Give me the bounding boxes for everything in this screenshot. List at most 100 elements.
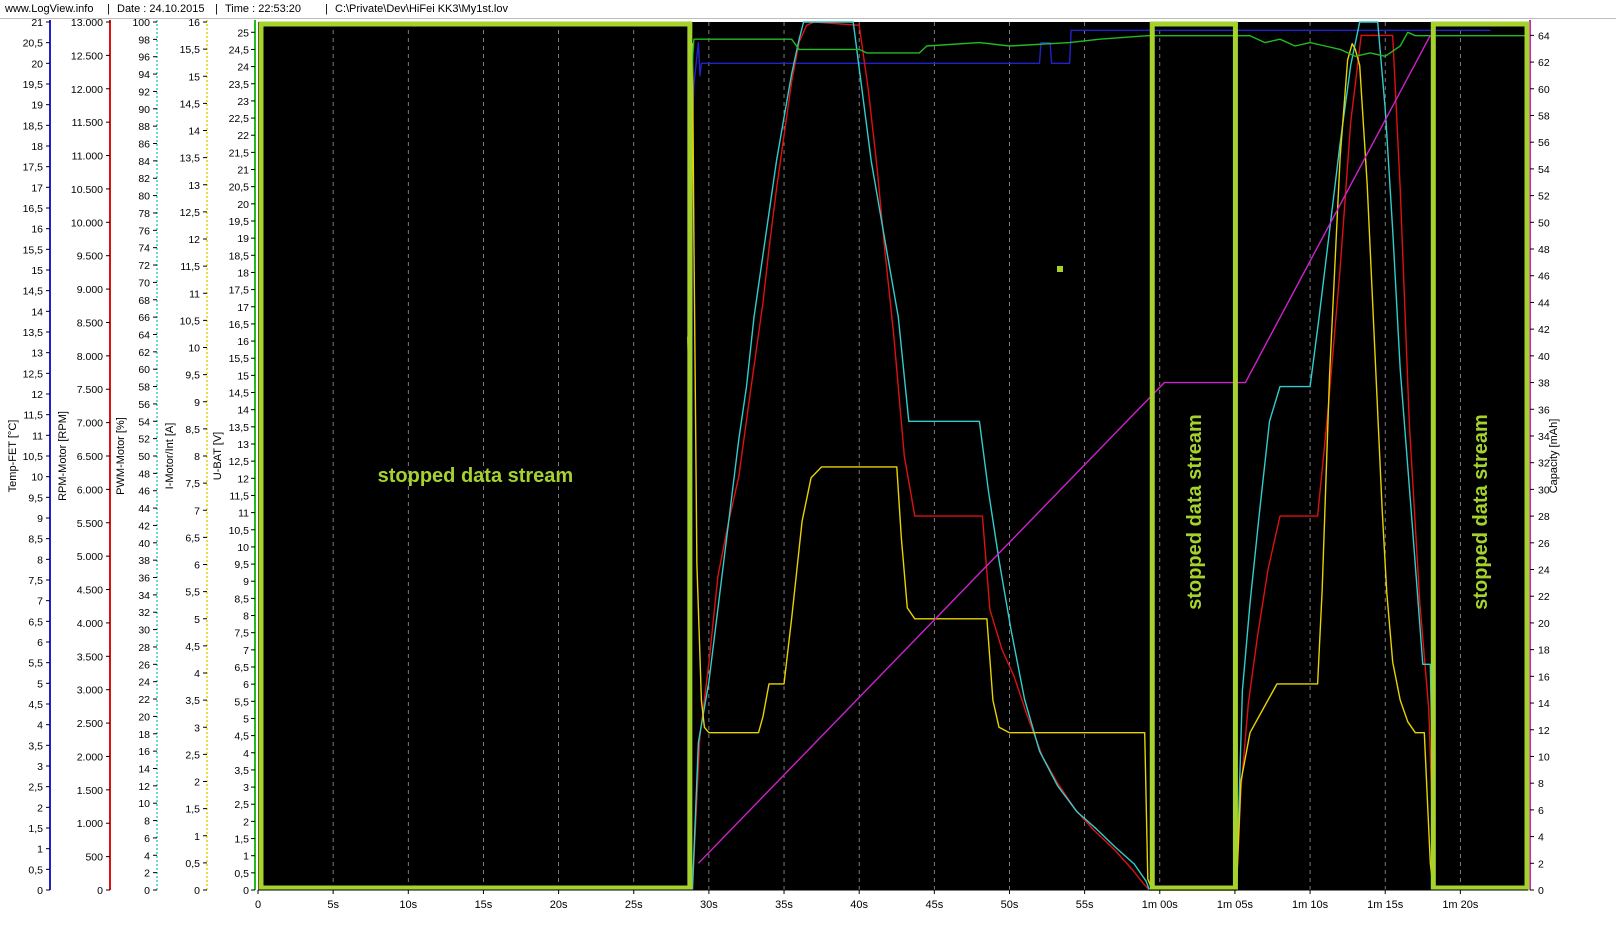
ubat-tick-label: 17: [237, 302, 249, 314]
ubat-tick-label: 0: [243, 885, 249, 897]
imot-tick-label: 10,5: [180, 315, 201, 327]
ubat-tick-label: 13,5: [229, 422, 250, 434]
x-tick-label: 40s: [850, 899, 868, 911]
pwm-tick-label: 54: [138, 416, 150, 428]
temp-tick-label: 14: [31, 306, 43, 318]
temp-tick-label: 13,5: [23, 327, 44, 339]
temp-tick-label: 11,5: [23, 410, 43, 422]
temp-tick-label: 21: [31, 17, 43, 29]
temp-tick-label: 12: [31, 389, 43, 401]
pwm-tick-label: 8: [144, 816, 150, 828]
temp-axis: 00,511,522,533,544,555,566,577,588,599,5…: [7, 17, 51, 897]
pwm-tick-label: 30: [138, 625, 150, 637]
ubat-tick-label: 19: [237, 233, 249, 245]
rpm-tick-label: 5.500: [77, 518, 103, 530]
pwm-tick-label: 52: [138, 434, 150, 446]
cap-tick-label: 16: [1538, 671, 1550, 683]
pwm-tick-label: 50: [138, 451, 150, 463]
pwm-tick-label: 62: [138, 347, 150, 359]
ubat-tick-label: 2: [243, 816, 249, 828]
pwm-tick-label: 22: [138, 694, 150, 706]
ubat-tick-label: 18: [237, 267, 249, 279]
imot-tick-label: 15,5: [180, 44, 201, 56]
pwm-tick-label: 28: [138, 642, 150, 654]
ubat-tick-label: 3,5: [234, 765, 249, 777]
pwm-tick-label: 90: [138, 104, 150, 116]
pwm-tick-label: 6: [144, 833, 150, 845]
pwm-tick-label: 0: [144, 885, 150, 897]
ubat-tick-label: 13: [237, 439, 249, 451]
cap-tick-label: 12: [1538, 725, 1550, 737]
rpm-tick-label: 6.500: [77, 451, 103, 463]
cap-tick-label: 26: [1538, 538, 1550, 550]
imot-tick-label: 3: [194, 722, 200, 734]
pwm-tick-label: 14: [138, 763, 150, 775]
rpm-tick-label: 2.000: [77, 751, 103, 763]
pwm-tick-label: 46: [138, 486, 150, 498]
pwm-tick-label: 44: [138, 503, 150, 515]
pwm-tick-label: 56: [138, 399, 150, 411]
ubat-tick-label: 4,5: [234, 731, 249, 743]
pwm-tick-label: 60: [138, 364, 150, 376]
cap-tick-label: 2: [1538, 858, 1544, 870]
imot-tick-label: 6: [194, 560, 200, 572]
temp-tick-label: 7: [37, 596, 43, 608]
temp-tick-label: 8,5: [28, 534, 43, 546]
rpm-tick-label: 12.500: [71, 50, 103, 62]
temp-tick-label: 10,5: [23, 451, 44, 463]
temp-tick-label: 18,5: [23, 120, 44, 132]
ubat-tick-label: 24,5: [229, 44, 250, 56]
imot-tick-label: 1: [194, 831, 200, 843]
plot-area[interactable]: [258, 22, 1528, 890]
rpm-tick-label: 1.000: [77, 818, 103, 830]
ubat-tick-label: 1: [243, 851, 249, 863]
pwm-tick-label: 78: [138, 208, 150, 220]
temp-tick-label: 16: [31, 224, 43, 236]
cap-tick-label: 64: [1538, 30, 1550, 42]
pwm-tick-label: 80: [138, 191, 150, 203]
x-tick-label: 20s: [550, 899, 568, 911]
pwm-tick-label: 98: [138, 34, 150, 46]
cap-tick-label: 56: [1538, 137, 1550, 149]
pwm-tick-label: 100: [132, 17, 150, 29]
temp-tick-label: 0: [37, 885, 43, 897]
cap-tick-label: 40: [1538, 351, 1550, 363]
rpm-tick-label: 10.000: [71, 217, 103, 229]
pwm-axis: 0246810121416182022242628303234363840424…: [115, 17, 158, 897]
imot-tick-label: 8,5: [185, 424, 200, 436]
imot-tick-label: 0: [194, 885, 200, 897]
temp-tick-label: 20,5: [23, 38, 44, 50]
temp-tick-label: 0,5: [28, 864, 43, 876]
temp-tick-label: 14,5: [23, 286, 44, 298]
pwm-tick-label: 18: [138, 729, 150, 741]
ubat-tick-label: 18,5: [229, 250, 250, 262]
cap-tick-label: 0: [1538, 885, 1544, 897]
temp-tick-label: 19: [31, 100, 43, 112]
pwm-tick-label: 72: [138, 260, 150, 272]
ubat-tick-label: 8,5: [234, 593, 249, 605]
ubat-tick-label: 20: [237, 199, 249, 211]
rpm-tick-label: 3.000: [77, 685, 103, 697]
stopped-stream-label: stopped data stream: [1184, 414, 1206, 610]
rpm-tick-label: 500: [85, 852, 103, 864]
imot-tick-label: 10: [188, 343, 200, 355]
cap-tick-label: 6: [1538, 805, 1544, 817]
pwm-tick-label: 76: [138, 225, 150, 237]
x-tick-label: 55s: [1076, 899, 1094, 911]
imot-tick-label: 9,5: [185, 370, 200, 382]
pwm-tick-label: 34: [138, 590, 150, 602]
temp-tick-label: 17: [31, 182, 43, 194]
ubat-tick-label: 12,5: [229, 456, 250, 468]
rpm-tick-label: 8.000: [77, 351, 103, 363]
x-tick-label: 5s: [327, 899, 339, 911]
imot-tick-label: 3,5: [185, 695, 200, 707]
ubat-tick-label: 11,5: [229, 490, 249, 502]
x-tick-label: 15s: [475, 899, 493, 911]
ubat-tick-label: 7: [243, 645, 249, 657]
imot-tick-label: 16: [188, 17, 200, 29]
cap-tick-label: 28: [1538, 511, 1550, 523]
imot-tick-label: 6,5: [185, 532, 200, 544]
pwm-tick-label: 4: [144, 850, 150, 862]
log-chart[interactable]: 00,511,522,533,544,555,566,577,588,599,5…: [0, 0, 1616, 947]
stopped-stream-label: stopped data stream: [378, 465, 574, 487]
